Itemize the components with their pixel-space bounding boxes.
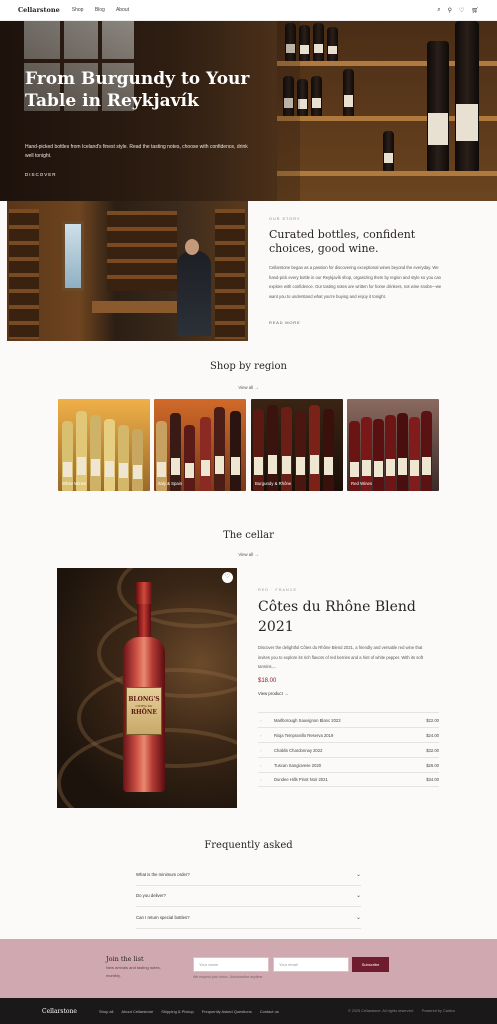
search-icon[interactable]: ⌕ xyxy=(437,7,440,14)
product-eyebrow: RED · FRANCE xyxy=(258,588,298,592)
region-label: White Wines xyxy=(62,481,87,486)
product-list: ◦ Marlborough Sauvignon Blanc 2023 $22.0… xyxy=(258,712,439,787)
region-card-burgundy-rhone[interactable]: Burgundy & Rhône xyxy=(251,399,343,491)
region-card-red[interactable]: Red Wines xyxy=(347,399,439,491)
bullet-icon: ◦ xyxy=(260,732,262,738)
cart-icon[interactable]: 🛒︎ xyxy=(471,7,479,14)
newsletter-title: Join the list xyxy=(106,955,144,963)
cellar-title: The cellar xyxy=(223,530,274,541)
site-header: Cellarstone Shop Blog About ⌕ ⚲ ♡ 🛒︎ xyxy=(0,0,497,21)
email-input[interactable]: Your email xyxy=(273,957,349,972)
region-card-italy-spain[interactable]: Italy & Spain xyxy=(154,399,246,491)
region-label: Red Wines xyxy=(351,481,373,486)
featured-product-image[interactable]: BLONG'S CÔTES DU RHÔNE xyxy=(57,568,237,808)
user-icon[interactable]: ⚲ xyxy=(448,7,452,14)
chevron-down-icon: ⌄ xyxy=(355,893,361,900)
product-list-row[interactable]: ◦ Marlborough Sauvignon Blanc 2023 $22.0… xyxy=(258,712,439,727)
story-body: Cellarstone began as a passion for disco… xyxy=(269,265,442,299)
chevron-down-icon: ⌄ xyxy=(355,914,361,921)
product-list-row[interactable]: ◦ Dundee Hills Pinot Noir 2021 $34.00 xyxy=(258,772,439,787)
region-label: Italy & Spain xyxy=(158,481,183,486)
bullet-icon: ◦ xyxy=(260,717,262,723)
product-price: $18.00 xyxy=(258,678,277,684)
bullet-icon: ◦ xyxy=(260,762,262,768)
product-list-row[interactable]: ◦ Tuscan Sangiovese 2020 $26.00 xyxy=(258,757,439,772)
bullet-icon: ◦ xyxy=(260,747,262,753)
bullet-icon: ◦ xyxy=(260,777,262,782)
faq-title: Frequently asked xyxy=(204,840,293,851)
region-label: Burgundy & Rhône xyxy=(255,481,292,486)
cellar-view-all[interactable]: View all → xyxy=(0,552,497,557)
footer-logo[interactable]: Cellarstone xyxy=(42,1008,77,1015)
product-title[interactable]: Côtes du Rhône Blend 2021 xyxy=(258,597,438,637)
header-icons: ⌕ ⚲ ♡ 🛒︎ xyxy=(437,7,479,14)
hero-title: From Burgundy to Your Table in Reykjavík xyxy=(25,69,250,111)
region-card-white[interactable]: White Wines xyxy=(58,399,150,491)
faq-item[interactable]: Do you deliver? ⌄ xyxy=(136,886,361,907)
story-image xyxy=(7,201,248,341)
bottle-label: BLONG'S CÔTES DU RHÔNE xyxy=(126,687,162,735)
product-list-row[interactable]: ◦ Rioja Tempranillo Reserva 2019 $24.00 xyxy=(258,727,439,742)
footer-link[interactable]: About Cellarstone xyxy=(121,1009,153,1014)
copyright: © 2025 Cellarstone. All rights reserved. xyxy=(347,1009,414,1013)
story-title: Curated bottles, confident choices, good… xyxy=(269,228,416,255)
name-input[interactable]: Your name xyxy=(193,957,269,972)
faq-list: What is the minimum order? ⌄ Do you deli… xyxy=(136,864,361,929)
powered-by[interactable]: Powered by Cartico xyxy=(422,1009,455,1013)
nav-about[interactable]: About xyxy=(116,7,129,13)
regions-title: Shop by region xyxy=(210,361,287,372)
site-footer: Cellarstone Shop all About Cellarstone S… xyxy=(0,998,497,1024)
story-eyebrow: OUR STORY xyxy=(269,217,301,221)
product-description: Discover the delightful Côtes du Rhône B… xyxy=(258,645,424,669)
story-read-more-link[interactable]: READ MORE xyxy=(269,320,300,325)
chevron-down-icon: ⌄ xyxy=(355,871,361,878)
heart-icon[interactable]: ♡ xyxy=(459,7,464,14)
wine-bottle: BLONG'S CÔTES DU RHÔNE xyxy=(123,582,165,792)
newsletter-subtitle: New arrivals and tasting notes, monthly. xyxy=(106,965,161,978)
hero-discover-link[interactable]: DISCOVER xyxy=(25,172,57,177)
footer-link[interactable]: Shipping & Pickup xyxy=(161,1009,193,1014)
footer-link[interactable]: Shop all xyxy=(99,1009,113,1014)
product-list-row[interactable]: ◦ Chablis Chardonnay 2022 $32.00 xyxy=(258,742,439,757)
favorite-heart-icon[interactable]: ♡ xyxy=(222,572,233,583)
hero-wine-shelf xyxy=(277,21,497,201)
faq-item[interactable]: Can I return special bottles? ⌄ xyxy=(136,907,361,929)
main-nav: Shop Blog About xyxy=(72,7,139,13)
footer-link[interactable]: Frequently Asked Questions xyxy=(202,1009,252,1014)
view-product-link[interactable]: View product → xyxy=(258,691,288,696)
logo[interactable]: Cellarstone xyxy=(18,6,60,14)
nav-shop[interactable]: Shop xyxy=(72,7,84,13)
footer-link[interactable]: Contact us xyxy=(260,1009,279,1014)
subscribe-button[interactable]: Subscribe xyxy=(352,957,389,972)
regions-view-all[interactable]: View all → xyxy=(0,385,497,390)
newsletter-note: We respect your inbox. Unsubscribe anyti… xyxy=(193,975,264,979)
faq-item[interactable]: What is the minimum order? ⌄ xyxy=(136,864,361,886)
hero-subtitle: Hand-picked bottles from Iceland's fines… xyxy=(25,144,248,159)
nav-blog[interactable]: Blog xyxy=(95,7,105,13)
